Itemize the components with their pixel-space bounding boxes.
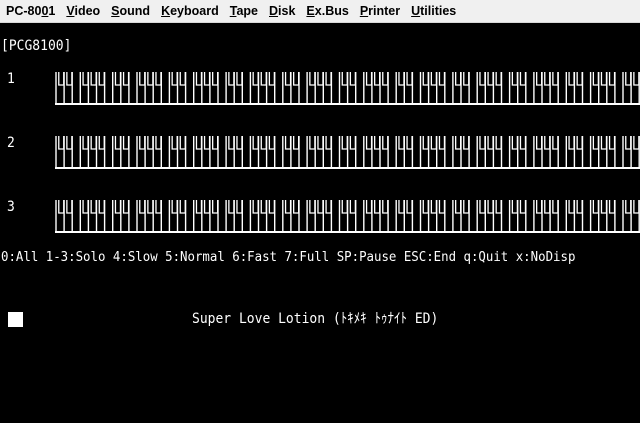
menu-bar: PC-8001 Video Sound Keyboard Tape Disk Ex.Bus P…: [0, 0, 640, 23]
cursor-block: [8, 312, 23, 327]
menu-sound[interactable]: Sound: [111, 4, 150, 18]
menu-ex-bus[interactable]: Ex.Bus: [306, 4, 348, 18]
menu-keyboard[interactable]: Keyboard: [161, 4, 219, 18]
channel-3-keyboard: [55, 200, 640, 233]
menu-video[interactable]: Video: [66, 4, 100, 18]
channel-2-keyboard: [55, 136, 640, 169]
song-title: Super Love Lotion (ﾄｷﾒｷ ﾄｩﾅｲﾄ ED): [192, 311, 439, 328]
menu-pc-8001[interactable]: PC-8001: [6, 4, 55, 18]
channel-3-label: 3: [7, 199, 15, 216]
menu-utilities[interactable]: Utilities: [411, 4, 456, 18]
channel-2-label: 2: [7, 135, 15, 152]
pcg-header-label: [PCG8100]: [1, 38, 72, 55]
channel-1-label: 1: [7, 71, 15, 88]
menu-tape[interactable]: Tape: [230, 4, 258, 18]
emulator-screen[interactable]: [PCG8100] 1 2 3 0:All 1-3:Solo 4:Slow 5:…: [0, 23, 640, 423]
menu-printer[interactable]: Printer: [360, 4, 400, 18]
menu-disk[interactable]: Disk: [269, 4, 295, 18]
channel-1-keyboard: [55, 72, 640, 105]
key-help-line: 0:All 1-3:Solo 4:Slow 5:Normal 6:Fast 7:…: [1, 248, 576, 265]
